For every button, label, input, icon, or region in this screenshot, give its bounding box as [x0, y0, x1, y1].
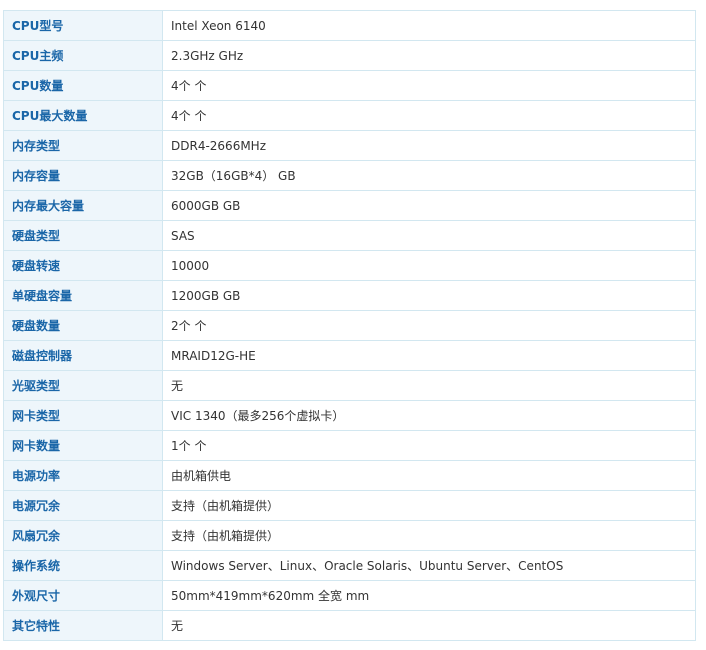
spec-row: 硬盘数量 2个 个 — [3, 310, 696, 341]
spec-label: 硬盘转速 — [3, 250, 163, 281]
spec-label: CPU主频 — [3, 40, 163, 71]
spec-value: 1个 个 — [162, 430, 696, 461]
spec-label: 电源冗余 — [3, 490, 163, 521]
spec-label: 网卡类型 — [3, 400, 163, 431]
spec-value: 支持（由机箱提供） — [162, 490, 696, 521]
spec-value: 50mm*419mm*620mm 全宽 mm — [162, 580, 696, 611]
spec-row: CPU数量 4个 个 — [3, 70, 696, 101]
spec-table-body: CPU型号 Intel Xeon 6140 CPU主频 2.3GHz GHz CPU… — [3, 10, 696, 641]
spec-row: 内存最大容量 6000GB GB — [3, 190, 696, 221]
spec-label: 硬盘类型 — [3, 220, 163, 251]
spec-value: Intel Xeon 6140 — [162, 10, 696, 41]
spec-table-container: CPU型号 Intel Xeon 6140 CPU主频 2.3GHz GHz CPU… — [3, 10, 696, 641]
spec-label: 外观尺寸 — [3, 580, 163, 611]
spec-value: 支持（由机箱提供） — [162, 520, 696, 551]
spec-label: CPU最大数量 — [3, 100, 163, 131]
spec-label: 内存容量 — [3, 160, 163, 191]
spec-value: 无 — [162, 370, 696, 401]
spec-value: 由机箱供电 — [162, 460, 696, 491]
spec-label: 内存类型 — [3, 130, 163, 161]
spec-label: 风扇冗余 — [3, 520, 163, 551]
spec-row: 内存容量 32GB（16GB*4） GB — [3, 160, 696, 191]
spec-row: 硬盘转速 10000 — [3, 250, 696, 281]
spec-label: 单硬盘容量 — [3, 280, 163, 311]
spec-row: 网卡类型 VIC 1340（最多256个虚拟卡） — [3, 400, 696, 431]
spec-value: 4个 个 — [162, 70, 696, 101]
spec-label: 磁盘控制器 — [3, 340, 163, 371]
spec-label: 光驱类型 — [3, 370, 163, 401]
spec-label: 网卡数量 — [3, 430, 163, 461]
spec-label: 硬盘数量 — [3, 310, 163, 341]
spec-value: 2.3GHz GHz — [162, 40, 696, 71]
spec-row: 光驱类型无 — [3, 370, 696, 401]
spec-row: CPU型号 Intel Xeon 6140 — [3, 10, 696, 41]
spec-value: 2个 个 — [162, 310, 696, 341]
spec-row: 操作系统 Windows Server、Linux、Oracle Solaris、… — [3, 550, 696, 581]
spec-row: 单硬盘容量 1200GB GB — [3, 280, 696, 311]
spec-value: 32GB（16GB*4） GB — [162, 160, 696, 191]
spec-value: Windows Server、Linux、Oracle Solaris、Ubun… — [162, 550, 696, 581]
spec-table: CPU型号 Intel Xeon 6140 CPU主频 2.3GHz GHz CPU… — [3, 10, 696, 641]
spec-row: 风扇冗余 支持（由机箱提供） — [3, 520, 696, 551]
spec-value: 1200GB GB — [162, 280, 696, 311]
spec-value: 无 — [162, 610, 696, 641]
spec-label: CPU数量 — [3, 70, 163, 101]
spec-label: CPU型号 — [3, 10, 163, 41]
spec-row: CPU主频 2.3GHz GHz — [3, 40, 696, 71]
spec-value: MRAID12G-HE — [162, 340, 696, 371]
spec-label: 内存最大容量 — [3, 190, 163, 221]
spec-value: VIC 1340（最多256个虚拟卡） — [162, 400, 696, 431]
spec-value: DDR4-2666MHz — [162, 130, 696, 161]
spec-label: 电源功率 — [3, 460, 163, 491]
spec-row: 硬盘类型 SAS — [3, 220, 696, 251]
spec-value: SAS — [162, 220, 696, 251]
spec-value: 4个 个 — [162, 100, 696, 131]
spec-row: 网卡数量 1个 个 — [3, 430, 696, 461]
spec-row: 其它特性无 — [3, 610, 696, 641]
spec-label: 其它特性 — [3, 610, 163, 641]
spec-row: 电源功率 由机箱供电 — [3, 460, 696, 491]
spec-value: 10000 — [162, 250, 696, 281]
spec-row: CPU最大数量 4个 个 — [3, 100, 696, 131]
spec-value: 6000GB GB — [162, 190, 696, 221]
spec-row: 电源冗余 支持（由机箱提供） — [3, 490, 696, 521]
spec-row: 磁盘控制器 MRAID12G-HE — [3, 340, 696, 371]
spec-label: 操作系统 — [3, 550, 163, 581]
spec-row: 内存类型 DDR4-2666MHz — [3, 130, 696, 161]
spec-row: 外观尺寸 50mm*419mm*620mm 全宽 mm — [3, 580, 696, 611]
